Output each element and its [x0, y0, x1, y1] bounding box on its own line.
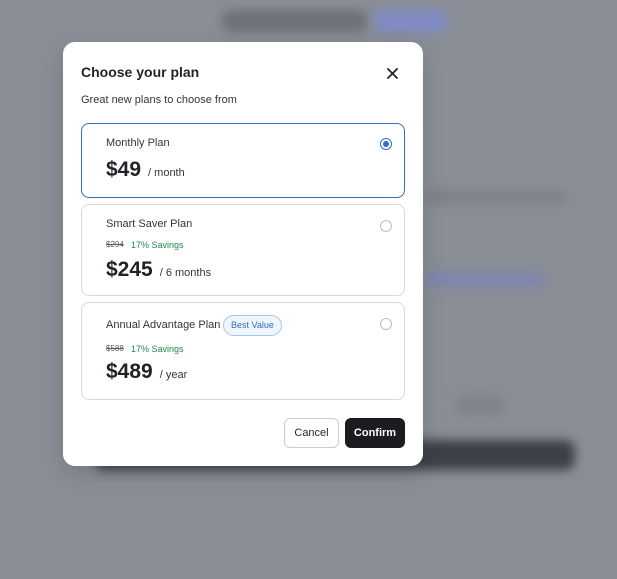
background-blurred-text: [455, 395, 505, 415]
plan-radio[interactable]: [380, 318, 392, 330]
plan-name: Smart Saver Plan: [106, 218, 193, 230]
price-row: $49 / month: [106, 158, 185, 182]
savings-label: 17% Savings: [131, 344, 184, 354]
plan-period: / 6 months: [159, 267, 212, 279]
dialog-title: Choose your plan: [81, 64, 200, 80]
plan-name: Monthly Plan: [106, 137, 170, 149]
dialog-subtitle: Great new plans to choose from: [81, 94, 237, 106]
original-price: $294: [106, 240, 124, 249]
confirm-button[interactable]: Confirm: [345, 418, 405, 448]
close-icon: [386, 67, 398, 79]
price-row: $489 / year: [106, 360, 187, 384]
plan-price: $489: [106, 360, 153, 383]
choose-plan-dialog: Choose your plan Great new plans to choo…: [63, 42, 423, 466]
best-value-badge: Best Value: [223, 315, 282, 336]
plan-price: $245: [106, 258, 153, 281]
plan-period: / year: [159, 369, 188, 381]
close-button[interactable]: [383, 64, 401, 82]
plan-option-smart-saver[interactable]: Smart Saver Plan $294 17% Savings $245 /…: [81, 204, 405, 296]
price-row: $245 / 6 months: [106, 258, 211, 282]
background-blurred-accent: [375, 10, 447, 32]
plan-radio[interactable]: [380, 138, 392, 150]
savings-label: 17% Savings: [131, 240, 184, 250]
plan-option-annual-advantage[interactable]: Annual Advantage Plan Best Value $588 17…: [81, 302, 405, 400]
plan-option-monthly[interactable]: Monthly Plan $49 / month: [81, 123, 405, 198]
original-price: $588: [106, 344, 124, 353]
plan-price: $49: [106, 158, 142, 181]
background-blurred-text: [425, 190, 565, 204]
background-blurred-link: [425, 272, 545, 286]
plan-radio[interactable]: [380, 220, 392, 232]
plan-period: / month: [148, 167, 185, 179]
plan-name: Annual Advantage Plan: [106, 319, 221, 331]
cancel-button[interactable]: Cancel: [284, 418, 339, 448]
background-blurred-title: [222, 10, 367, 32]
